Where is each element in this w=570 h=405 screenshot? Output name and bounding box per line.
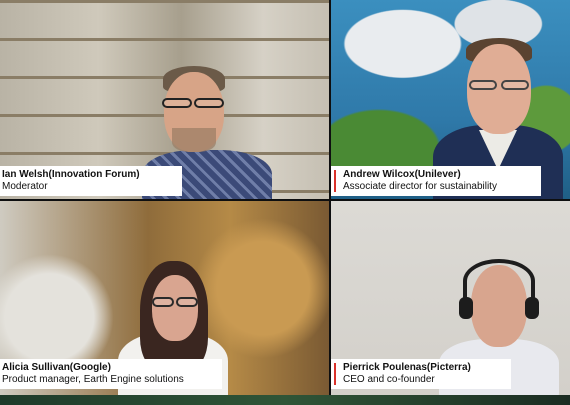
video-tile-andrew-wilcox[interactable]: Andrew Wilcox(Unilever) Associate direct… [331, 0, 570, 199]
nameplate: Pierrick Poulenas(Picterra) CEO and co-f… [331, 359, 511, 389]
video-tile-ian-welsh[interactable]: Ian Welsh(Innovation Forum) Moderator [0, 0, 329, 199]
participant-name: Ian Welsh(Innovation Forum) [2, 169, 140, 180]
participant-role: Product manager, Earth Engine solutions [2, 374, 184, 385]
participant-role: Associate director for sustainability [343, 181, 497, 192]
participant-role: Moderator [2, 181, 48, 192]
accent-bar [334, 363, 336, 385]
headset-icon [463, 259, 535, 303]
video-call-grid: Ian Welsh(Innovation Forum) Moderator An… [0, 0, 570, 405]
background-strip [0, 395, 570, 405]
video-tile-alicia-sullivan[interactable]: Alicia Sullivan(Google) Product manager,… [0, 201, 329, 395]
nameplate: Andrew Wilcox(Unilever) Associate direct… [331, 166, 541, 196]
participant-role: CEO and co-founder [343, 374, 435, 385]
video-tile-pierrick-poulenas[interactable]: Pierrick Poulenas(Picterra) CEO and co-f… [331, 201, 570, 395]
participant-name: Alicia Sullivan(Google) [2, 362, 111, 373]
participant-name: Andrew Wilcox(Unilever) [343, 169, 461, 180]
participant-name: Pierrick Poulenas(Picterra) [343, 362, 471, 373]
nameplate: Ian Welsh(Innovation Forum) Moderator [0, 166, 182, 196]
nameplate: Alicia Sullivan(Google) Product manager,… [0, 359, 222, 389]
accent-bar [334, 170, 336, 192]
